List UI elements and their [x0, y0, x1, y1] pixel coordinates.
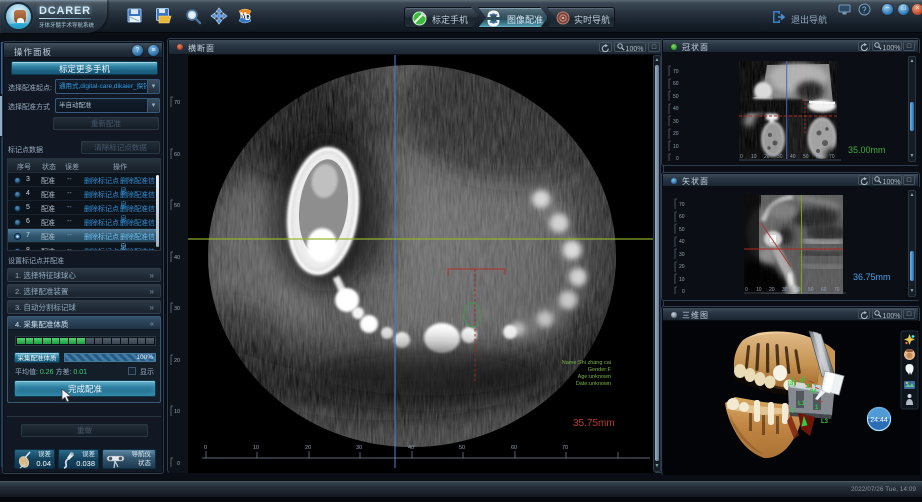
svg-text:[8]: [8] — [788, 381, 795, 387]
svg-text:10: 10 — [751, 154, 757, 160]
svg-text:70: 70 — [174, 100, 180, 106]
svg-text:60: 60 — [174, 152, 180, 158]
svg-text:70: 70 — [562, 445, 568, 451]
svg-text:60: 60 — [816, 154, 822, 160]
svg-text:60: 60 — [679, 214, 685, 220]
svg-text:L1: L1 — [798, 401, 806, 407]
svg-text:30: 30 — [777, 154, 783, 160]
svg-text:?: ? — [862, 6, 867, 15]
svg-text:24:44: 24:44 — [870, 417, 888, 424]
svg-text:0: 0 — [745, 287, 748, 293]
svg-text:50: 50 — [459, 445, 465, 451]
svg-text:50: 50 — [808, 287, 814, 293]
svg-text:20: 20 — [305, 445, 311, 451]
svg-text:20: 20 — [174, 358, 180, 364]
svg-text:40: 40 — [408, 445, 414, 451]
svg-text:Date:unknown: Date:unknown — [576, 381, 611, 387]
svg-text:10: 10 — [174, 409, 180, 415]
svg-text:50: 50 — [174, 203, 180, 209]
svg-text:60: 60 — [673, 81, 679, 87]
svg-text:40: 40 — [790, 154, 796, 160]
svg-text:36.75mm: 36.75mm — [853, 272, 891, 282]
svg-text:70: 70 — [673, 69, 679, 75]
svg-text:70: 70 — [834, 287, 840, 293]
svg-text:Name:Shi zhang cai: Name:Shi zhang cai — [562, 360, 611, 366]
svg-text:L3: L3 — [821, 419, 829, 425]
svg-text:40: 40 — [174, 255, 180, 261]
svg-text:04: 04 — [810, 389, 817, 395]
svg-text:20: 20 — [673, 131, 679, 137]
svg-text:40: 40 — [679, 239, 685, 245]
svg-text:10: 10 — [679, 277, 685, 283]
svg-text:50: 50 — [673, 94, 679, 100]
svg-text:Age:unknown: Age:unknown — [578, 374, 611, 380]
svg-text:20: 20 — [764, 154, 770, 160]
svg-text:10: 10 — [253, 445, 259, 451]
svg-text:35.75mm: 35.75mm — [573, 418, 615, 429]
svg-text:40: 40 — [795, 287, 801, 293]
svg-text:30: 30 — [174, 306, 180, 312]
svg-text:D: D — [245, 13, 251, 22]
svg-text:10: 10 — [673, 144, 679, 150]
svg-text:30: 30 — [356, 445, 362, 451]
svg-text:70: 70 — [679, 202, 685, 208]
svg-text:60: 60 — [511, 445, 517, 451]
svg-text:0: 0 — [676, 156, 679, 162]
svg-text:0: 0 — [740, 154, 743, 160]
svg-text:60: 60 — [821, 287, 827, 293]
svg-text:Gender:F: Gender:F — [588, 367, 612, 373]
svg-text:10: 10 — [756, 287, 762, 293]
svg-text:70: 70 — [829, 154, 835, 160]
svg-text:30: 30 — [673, 119, 679, 125]
svg-text:40: 40 — [673, 106, 679, 112]
svg-text:30: 30 — [782, 287, 788, 293]
svg-text:0: 0 — [204, 445, 207, 451]
svg-text:50: 50 — [679, 227, 685, 233]
svg-text:0: 0 — [177, 461, 180, 467]
svg-text:30: 30 — [679, 252, 685, 258]
svg-text:35.00mm: 35.00mm — [848, 145, 886, 155]
svg-text:20: 20 — [769, 287, 775, 293]
svg-text:50: 50 — [803, 154, 809, 160]
svg-text:20: 20 — [679, 264, 685, 270]
svg-text:0: 0 — [682, 289, 685, 295]
